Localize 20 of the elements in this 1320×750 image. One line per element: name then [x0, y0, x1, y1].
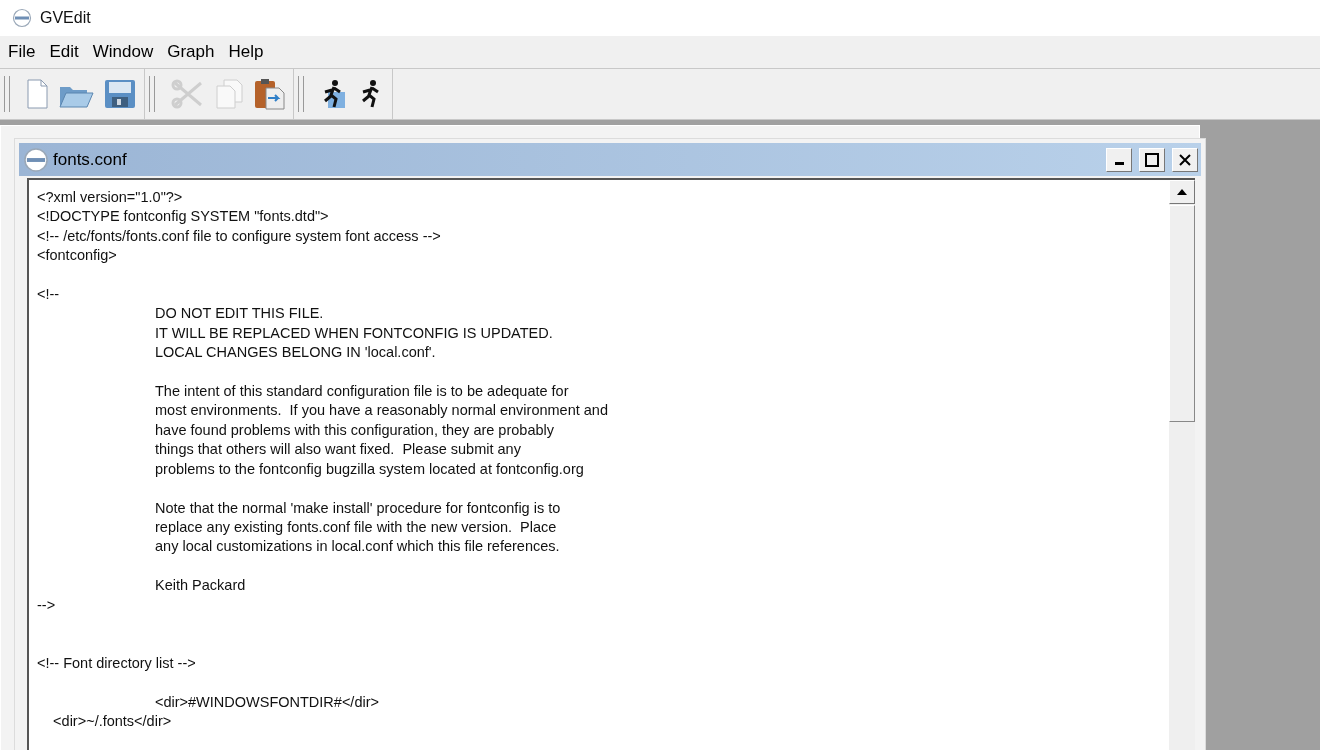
- maximize-button[interactable]: [1139, 147, 1165, 172]
- document-title: fonts.conf: [53, 149, 128, 170]
- close-button[interactable]: [1172, 147, 1198, 172]
- menu-item[interactable]: File: [4, 42, 40, 62]
- menu-item[interactable]: Edit: [45, 42, 83, 62]
- menu-item[interactable]: Help: [224, 42, 268, 62]
- minimize-icon: [1114, 162, 1124, 165]
- menu-item[interactable]: Window: [88, 42, 158, 62]
- save-icon[interactable]: [104, 79, 136, 109]
- close-icon: [1179, 153, 1191, 166]
- maximize-icon: [1145, 152, 1159, 167]
- scrollbar[interactable]: [1169, 180, 1195, 750]
- minimize-button[interactable]: [1106, 147, 1132, 172]
- document-logo-icon: [23, 146, 49, 173]
- paste-icon[interactable]: [253, 78, 285, 110]
- up-arrow-icon: [1177, 189, 1187, 195]
- scroll-up-button[interactable]: [1169, 180, 1195, 204]
- app-logo-icon: [12, 8, 32, 28]
- menu-item[interactable]: Graph: [163, 42, 219, 62]
- window-title: GVEdit: [40, 9, 91, 27]
